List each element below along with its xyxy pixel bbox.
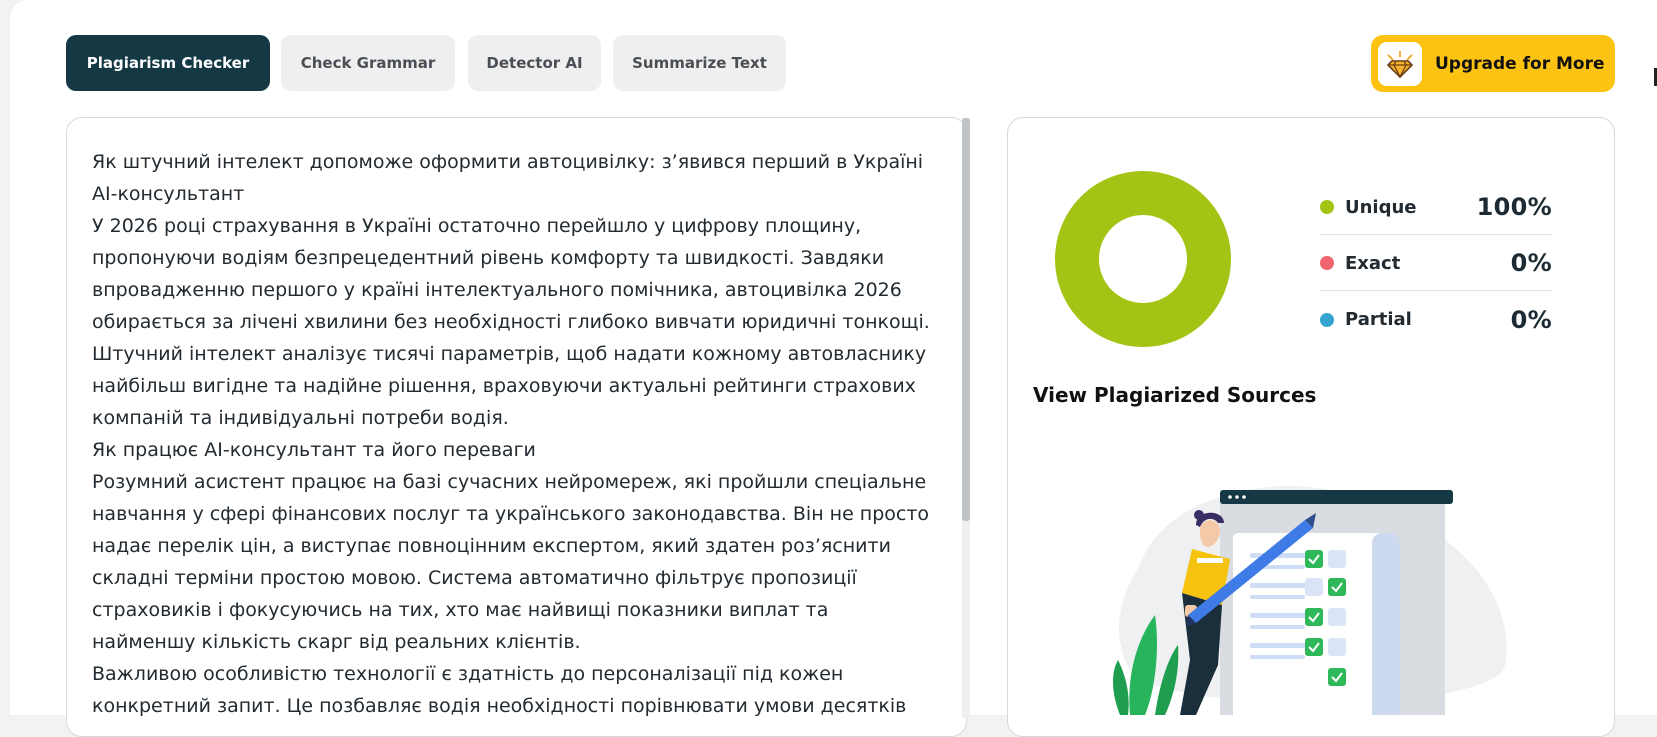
legend-row-unique: Unique 100% xyxy=(1320,180,1552,235)
paragraph: Важливою особливістю технології є здатні… xyxy=(92,663,907,717)
legend-value: 0% xyxy=(1510,249,1552,277)
legend-row-partial: Partial 0% xyxy=(1320,292,1552,347)
text-input-area[interactable]: Як штучний інтелект допоможе оформити ав… xyxy=(66,117,967,737)
paragraph: У 2026 році страхування в Україні остато… xyxy=(92,215,930,429)
text-content[interactable]: Як штучний інтелект допоможе оформити ав… xyxy=(92,146,932,722)
exact-dot xyxy=(1320,256,1334,270)
upgrade-label: Upgrade for More xyxy=(1435,53,1605,74)
legend-value: 0% xyxy=(1510,305,1552,334)
scrollbar-thumb[interactable] xyxy=(962,118,970,521)
legend-label: Partial xyxy=(1345,309,1412,330)
legend-label: Unique xyxy=(1345,196,1417,218)
tab-check-grammar[interactable]: Check Grammar xyxy=(281,35,455,91)
partial-dot xyxy=(1320,312,1334,327)
paragraph: Як штучний інтелект допоможе оформити ав… xyxy=(92,151,924,205)
tab-detector-ai[interactable]: Detector AI xyxy=(468,35,601,91)
legend-row-exact: Exact 0% xyxy=(1320,236,1552,291)
paragraph: Розумний асистент працює на базі сучасни… xyxy=(92,471,930,653)
uniqueness-donut-chart xyxy=(1055,171,1231,347)
unique-dot xyxy=(1320,200,1334,214)
upgrade-button[interactable]: Upgrade for More xyxy=(1371,35,1615,92)
donut-unique-segment xyxy=(1055,171,1231,347)
tab-plagiarism-checker[interactable]: Plagiarism Checker xyxy=(66,35,270,91)
view-plagiarized-sources-heading: View Plagiarized Sources xyxy=(1033,383,1317,407)
checklist-illustration xyxy=(1113,486,1507,715)
legend-label: Exact xyxy=(1345,252,1401,274)
paragraph: Як працює AI-консультант та його переваг… xyxy=(92,439,536,461)
diamond-icon xyxy=(1378,41,1422,86)
tab-summarize-text[interactable]: Summarize Text xyxy=(613,35,786,91)
legend-value: 100% xyxy=(1476,193,1552,221)
